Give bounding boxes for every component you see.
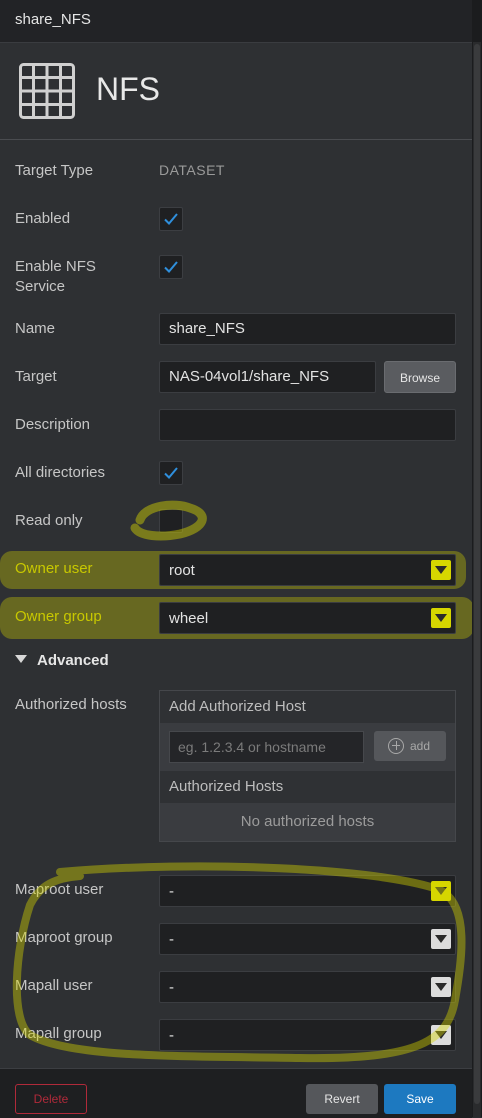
save-button[interactable]: Save [384,1084,456,1114]
marker-annotation [12,500,466,1063]
footer-bar: Delete Revert Save [0,1068,472,1118]
scrollbar[interactable] [472,0,482,1117]
revert-button[interactable]: Revert [306,1084,378,1114]
nfs-panel: share_NFS NFS Target Type DATASET Enable… [0,0,474,1118]
scrollbar-thumb[interactable] [474,44,480,1104]
delete-button[interactable]: Delete [15,1084,87,1114]
